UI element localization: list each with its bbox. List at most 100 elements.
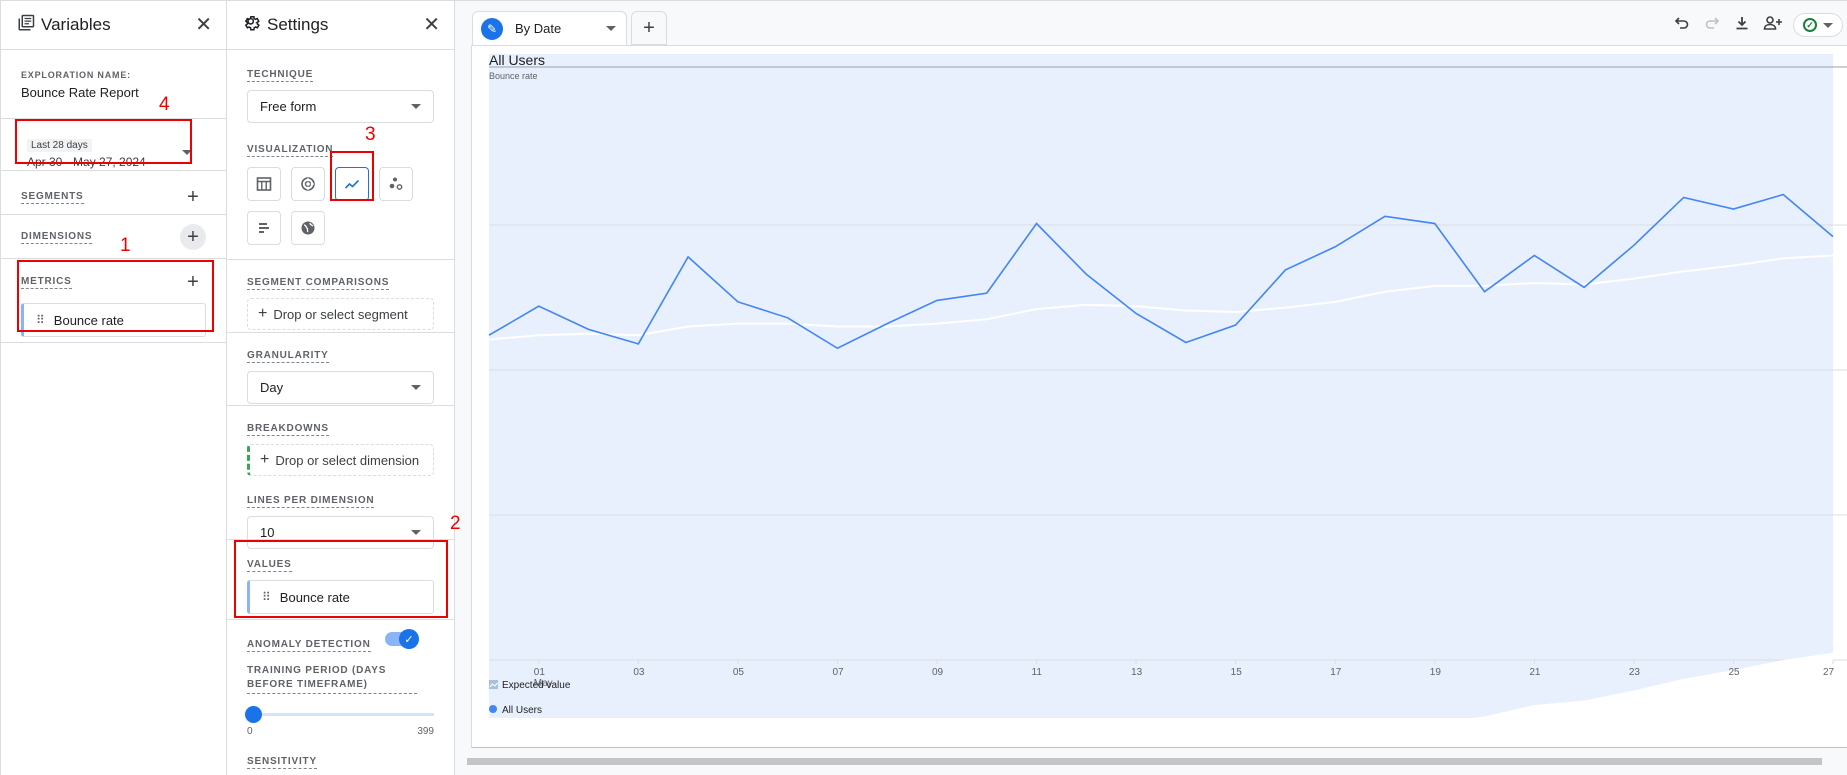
drag-handle-icon[interactable]: ⠿ [36,313,45,327]
technique-label: TECHNIQUE [247,69,314,82]
add-tab-button[interactable]: + [631,11,667,45]
segments-section: SEGMENTS + [1,171,226,215]
chevron-down-icon [1823,22,1833,28]
values-section: VALUES ⠿ Bounce rate [227,540,454,620]
dimensions-section: DIMENSIONS + [1,215,226,259]
values-label: VALUES [247,559,292,572]
slider-thumb[interactable] [245,706,262,723]
all-users-legend-dot [489,705,497,713]
breakdown-drop-text: Drop or select dimension [275,452,420,468]
date-preset: Last 28 days [27,139,92,152]
viz-scatter-button[interactable] [379,167,413,201]
close-variables-icon[interactable]: ✕ [195,15,212,35]
undo-icon[interactable] [1673,15,1691,35]
redo-icon[interactable] [1703,15,1721,35]
technique-value: Free form [260,99,317,114]
viz-donut-button[interactable] [291,167,325,201]
legend-expected-value: Expected value [502,680,571,691]
x-tick-label: 27 [1823,667,1835,678]
horizontal-scrollbar[interactable] [467,758,1822,765]
chart-card: 01 May 03 05 07 09 11 13 15 17 19 21 23 25 27 All User… [471,45,1847,748]
settings-title: Settings [267,15,329,34]
add-segment-button[interactable]: + [180,184,206,210]
exploration-name-input[interactable]: Bounce Rate Report [21,85,206,100]
visualization-label: VISUALIZATION [247,144,334,157]
scatter-plot-icon [389,177,403,190]
technique-select[interactable]: Free form [247,90,434,123]
x-tick-label: 15 [1231,667,1243,678]
plus-icon: + [260,451,270,468]
date-range-section: Last 28 days Apr 30 - May 27, 2024 [1,119,226,171]
legend-all-users: All Users [502,705,542,716]
add-dimension-button[interactable]: + [180,224,206,250]
pencil-icon[interactable]: ✎ [481,17,503,40]
close-settings-icon[interactable]: ✕ [423,15,440,35]
check-icon: ✓ [399,629,419,649]
settings-header: Settings ✕ [227,0,454,50]
slider-max: 399 [417,726,434,737]
x-tick-label: 01 [534,667,546,678]
value-chip-bounce-rate[interactable]: ⠿ Bounce rate [247,580,434,614]
download-icon[interactable] [1733,15,1751,35]
line-chart-icon [344,179,360,189]
plus-icon: + [258,305,268,322]
granularity-section: GRANULARITY Day [227,333,454,406]
viz-line-button[interactable] [335,167,369,201]
variables-icon [17,14,35,37]
anomaly-detection-label: ANOMALY DETECTION [247,639,371,652]
date-range-picker[interactable]: Last 28 days Apr 30 - May 27, 2024 [21,127,206,169]
chevron-down-icon [411,104,421,109]
dimensions-label: DIMENSIONS [21,230,93,244]
metrics-section: METRICS + ⠿ Bounce rate [1,259,226,343]
date-range-text: Apr 30 - May 27, 2024 [27,155,146,169]
annotation-number-3: 3 [365,124,376,145]
chevron-down-icon [182,149,192,155]
chevron-down-icon [411,385,421,390]
metrics-label: METRICS [21,275,72,289]
training-period-label: TRAINING PERIOD (DAYS BEFORE TIMEFRAME) [247,664,417,694]
x-tick-label: 25 [1728,667,1740,678]
segment-drop-zone[interactable]: + Drop or select segment [247,298,434,330]
metric-chip-label: Bounce rate [53,312,124,328]
variables-header: Variables ✕ [1,0,226,50]
metric-chip-bounce-rate[interactable]: ⠿ Bounce rate [21,303,206,337]
anomaly-detection-toggle[interactable]: ✓ [385,629,419,649]
main-canvas: ✎ By Date + ✓ 01 May 03 05 07 09 11 13 1… [455,0,1847,775]
viz-bar-button[interactable] [247,211,281,245]
donut-chart-icon [301,177,315,191]
visualization-options [247,167,434,245]
share-icon[interactable] [1763,15,1782,35]
gear-icon [243,14,261,37]
variables-title: Variables [41,15,111,34]
segment-comparisons-label: SEGMENT COMPARISONS [247,277,390,290]
x-tick-label: 23 [1629,667,1641,678]
segment-drop-text: Drop or select segment [273,306,408,322]
x-tick-label: 13 [1131,667,1143,678]
granularity-label: GRANULARITY [247,350,329,363]
breakdowns-section: BREAKDOWNS + Drop or select dimension LI… [227,406,454,549]
breakdown-drop-zone[interactable]: + Drop or select dimension [247,444,434,476]
lines-per-dimension-label: LINES PER DIMENSION [247,495,375,508]
drag-handle-icon[interactable]: ⠿ [262,590,271,604]
training-period-slider[interactable] [245,704,434,724]
save-status-button[interactable]: ✓ [1793,13,1843,37]
viz-table-button[interactable] [247,167,281,201]
x-tick-label: 19 [1430,667,1442,678]
annotation-number-2: 2 [450,513,461,534]
chevron-down-icon[interactable] [606,26,616,31]
annotation-number-1: 1 [120,235,131,256]
status-check-icon: ✓ [1803,18,1817,32]
tab-by-date[interactable]: ✎ By Date [472,11,627,45]
breakdowns-label: BREAKDOWNS [247,423,329,436]
x-tick-label: 09 [932,667,944,678]
toolbar: ✓ [1673,13,1843,37]
sensitivity-label: SENSITIVITY [247,756,317,769]
add-metric-button[interactable]: + [180,269,206,295]
slider-min: 0 [247,726,253,737]
table-icon [256,177,272,191]
plot-background [489,54,1833,718]
granularity-select[interactable]: Day [247,371,434,404]
slider-labels: 0 399 [247,726,434,737]
segments-label: SEGMENTS [21,190,84,204]
viz-geo-button[interactable] [291,211,325,245]
